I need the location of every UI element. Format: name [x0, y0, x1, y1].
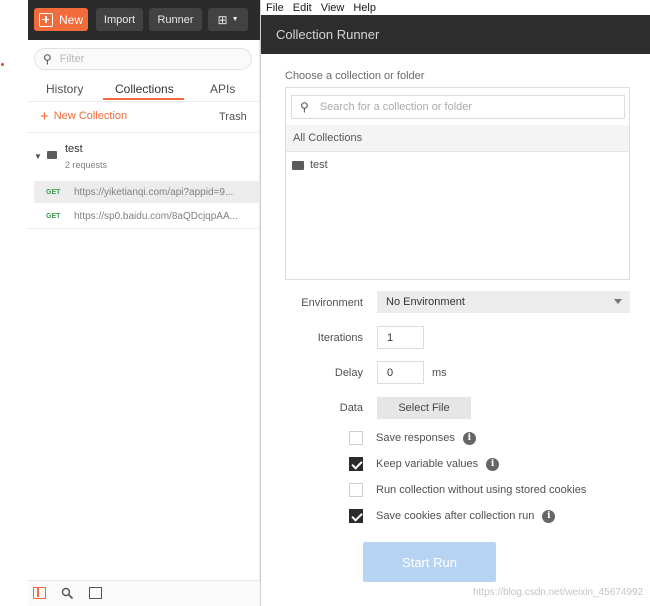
- tab-collections[interactable]: Collections: [115, 82, 174, 96]
- new-window-icon: ⊞: [217, 12, 228, 27]
- folder-icon: [47, 151, 57, 159]
- search-icon: ⚲: [43, 52, 52, 66]
- trash-link[interactable]: Trash: [219, 111, 247, 123]
- start-run-button[interactable]: Start Run: [363, 542, 496, 582]
- keep-variable-values-checkbox[interactable]: [349, 457, 363, 471]
- choose-collection-label: Choose a collection or folder: [285, 70, 425, 82]
- option-save-responses: Save responses i: [349, 431, 476, 445]
- page-title: Collection Runner: [276, 27, 380, 42]
- active-tab-indicator: [103, 98, 184, 100]
- collection-runner-window: File Edit View Help Collection Runner Ch…: [260, 0, 650, 606]
- option-save-cookies: Save cookies after collection run i: [349, 509, 556, 523]
- menu-bar: File Edit View Help: [261, 0, 650, 15]
- save-responses-checkbox[interactable]: [349, 431, 363, 445]
- collection-item-test[interactable]: ▼ test 2 requests: [28, 138, 260, 178]
- option-label: Keep variable values: [376, 458, 479, 470]
- delay-label: Delay: [334, 367, 363, 379]
- picker-item-test[interactable]: test: [292, 159, 328, 171]
- select-file-button[interactable]: Select File: [377, 397, 471, 419]
- delay-unit: ms: [432, 367, 447, 379]
- request-method: GET: [46, 188, 61, 196]
- new-button[interactable]: New: [34, 8, 88, 31]
- delay-input[interactable]: 0: [377, 361, 424, 384]
- option-label: Run collection without using stored cook…: [376, 484, 587, 496]
- watermark: https://blog.csdn.net/weixin_45674992: [473, 587, 644, 598]
- collection-search-input[interactable]: ⚲ Search for a collection or folder: [291, 95, 625, 119]
- collection-name: test: [65, 143, 83, 155]
- filter-input[interactable]: ⚲ Filter: [34, 48, 252, 70]
- info-icon[interactable]: i: [462, 431, 476, 445]
- header-toolbar: New Import Runner ⊞ ▼: [28, 0, 260, 40]
- iterations-input[interactable]: 1: [377, 326, 424, 349]
- menu-file[interactable]: File: [266, 2, 284, 14]
- collection-search-placeholder: Search for a collection or folder: [319, 101, 473, 113]
- import-button[interactable]: Import: [96, 8, 143, 31]
- status-bar: [28, 580, 260, 606]
- divider: [28, 228, 260, 229]
- sidebar-toggle-icon[interactable]: [33, 587, 46, 599]
- tab-apis[interactable]: APIs: [210, 82, 235, 96]
- new-collection-button[interactable]: + New Collection: [40, 107, 128, 125]
- divider: [28, 101, 260, 102]
- postman-main-window: New Import Runner ⊞ ▼ ⚲ Filter History C…: [28, 0, 260, 606]
- environment-select[interactable]: No Environment: [377, 291, 630, 313]
- picker-item-label: test: [310, 159, 328, 171]
- menu-edit[interactable]: Edit: [293, 2, 312, 14]
- info-icon[interactable]: i: [542, 509, 556, 523]
- console-icon[interactable]: [89, 587, 102, 599]
- iterations-label: Iterations: [317, 332, 363, 344]
- search-icon: ⚲: [300, 100, 309, 114]
- option-label: Save responses: [376, 432, 455, 444]
- new-collection-label: New Collection: [53, 110, 128, 122]
- info-icon[interactable]: i: [486, 457, 500, 471]
- find-icon[interactable]: [61, 587, 74, 600]
- request-item[interactable]: GET https://yiketianqi.com/api?appid=9..…: [34, 181, 260, 203]
- option-run-without-cookies: Run collection without using stored cook…: [349, 483, 586, 497]
- caret-down-icon[interactable]: ▼: [34, 152, 42, 161]
- menu-view[interactable]: View: [321, 2, 345, 14]
- runner-title-bar: Collection Runner: [261, 15, 650, 54]
- collection-picker: ⚲ Search for a collection or folder All …: [285, 87, 630, 280]
- sidebar-tabs: History Collections APIs: [28, 78, 260, 102]
- request-item[interactable]: GET https://sp0.baidu.com/8aQDcjqpAA...: [34, 205, 260, 227]
- runner-button[interactable]: Runner: [149, 8, 202, 31]
- new-window-button[interactable]: ⊞ ▼: [208, 8, 248, 31]
- request-method: GET: [46, 212, 61, 220]
- data-label: Data: [339, 402, 363, 414]
- request-url: https://sp0.baidu.com/8aQDcjqpAA...: [74, 210, 238, 222]
- save-cookies-checkbox[interactable]: [349, 509, 363, 523]
- run-without-cookies-checkbox[interactable]: [349, 483, 363, 497]
- plus-icon: [39, 12, 53, 27]
- request-url: https://yiketianqi.com/api?appid=9...: [74, 186, 234, 198]
- divider: [28, 132, 260, 133]
- collection-request-count: 2 requests: [65, 160, 108, 170]
- folder-icon: [292, 160, 304, 170]
- menu-help[interactable]: Help: [353, 2, 376, 14]
- environment-label: Environment: [301, 297, 363, 309]
- option-label: Save cookies after collection run: [376, 510, 535, 522]
- all-collections-header[interactable]: All Collections: [286, 125, 629, 152]
- red-dot-mark: [1, 63, 4, 66]
- option-keep-variable-values: Keep variable values i: [349, 457, 500, 471]
- screen: New Import Runner ⊞ ▼ ⚲ Filter History C…: [0, 0, 650, 606]
- environment-value: No Environment: [386, 296, 465, 308]
- plus-icon: +: [40, 107, 49, 125]
- chevron-down-icon: [614, 299, 622, 304]
- new-button-label: New: [59, 12, 84, 27]
- chevron-down-icon: ▼: [231, 16, 239, 23]
- tab-history[interactable]: History: [46, 82, 83, 96]
- filter-placeholder: Filter: [59, 53, 85, 65]
